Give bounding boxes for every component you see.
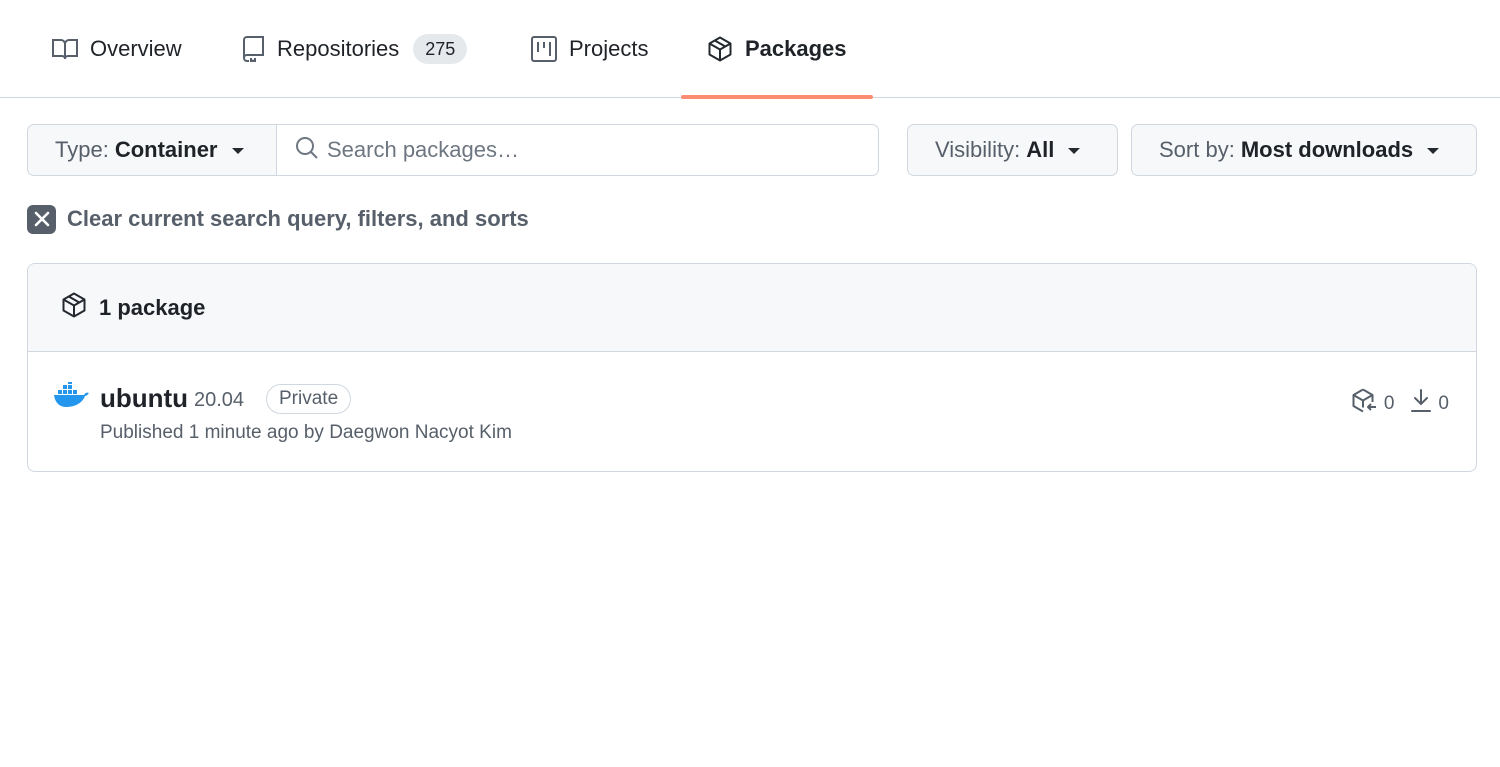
tab-projects-label: Projects <box>569 36 649 61</box>
tab-packages-label: Packages <box>745 36 847 61</box>
tab-repositories-label: Repositories <box>277 36 400 61</box>
package-version: 20.04 <box>194 389 245 411</box>
download-icon <box>1410 388 1432 420</box>
clear-filters-label: Clear current search query, filters, and… <box>67 206 529 231</box>
docker-icon <box>53 380 89 415</box>
project-icon <box>531 36 557 62</box>
package-name-link[interactable]: ubuntu <box>100 383 188 414</box>
book-icon <box>52 38 78 60</box>
visibility-filter-prefix: Visibility: <box>935 137 1021 162</box>
package-list-header: 1 package <box>28 264 1476 352</box>
package-stats: 0 0 <box>1336 388 1449 420</box>
close-icon <box>27 204 56 234</box>
package-icon <box>61 292 87 323</box>
tab-packages[interactable]: Packages <box>681 0 872 99</box>
visibility-label: Private <box>266 384 352 414</box>
visibility-filter-value: All <box>1026 137 1055 162</box>
type-filter-prefix: Type: <box>55 137 109 162</box>
package-count: 1 package <box>99 294 206 320</box>
versions-stat: 0 <box>1352 388 1395 420</box>
type-filter-button[interactable]: Type: Container <box>27 124 277 176</box>
list-item: ubuntu 20.04 Private Published 1 minute … <box>28 352 1476 471</box>
package-icon <box>707 36 733 62</box>
caret-down-icon <box>231 148 244 154</box>
search-icon <box>295 136 319 165</box>
versions-count: 0 <box>1383 393 1395 414</box>
sort-value: Most downloads <box>1240 137 1414 162</box>
filter-bar: Type: Container Visibility: All Sort by:… <box>0 124 1500 178</box>
search-box <box>276 124 879 176</box>
profile-tabs: Overview Repositories 275 Projects Packa… <box>0 0 1500 99</box>
tab-overview-label: Overview <box>90 36 182 61</box>
repo-icon <box>243 36 265 62</box>
visibility-filter-button[interactable]: Visibility: All <box>907 124 1118 176</box>
tab-projects[interactable]: Projects <box>531 0 648 98</box>
search-input[interactable] <box>327 137 867 163</box>
published-info: Published 1 minute ago by Daegwon Nacyot… <box>100 422 512 443</box>
sort-prefix: Sort by: <box>1159 137 1235 162</box>
caret-down-icon <box>1068 148 1081 154</box>
clear-filters-link[interactable]: Clear current search query, filters, and… <box>27 204 529 234</box>
tab-repositories[interactable]: Repositories 275 <box>243 0 468 98</box>
tab-overview[interactable]: Overview <box>52 0 182 98</box>
downloads-stat: 0 <box>1410 388 1449 420</box>
downloads-count: 0 <box>1438 393 1449 414</box>
package-list: 1 package ubuntu 20.04 Private Published… <box>27 263 1477 472</box>
sort-button[interactable]: Sort by: Most downloads <box>1131 124 1477 176</box>
caret-down-icon <box>1427 148 1440 154</box>
type-filter-value: Container <box>114 137 218 162</box>
package-dependents-icon <box>1352 388 1378 420</box>
repositories-count-badge: 275 <box>413 34 468 64</box>
